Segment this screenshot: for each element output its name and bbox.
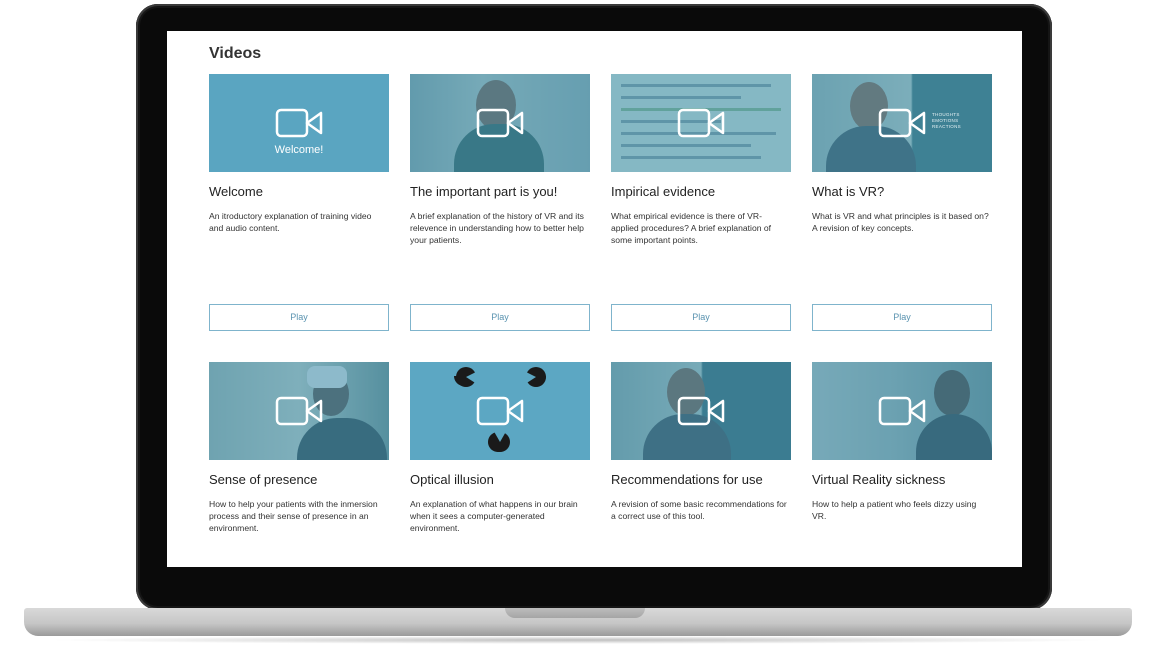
video-description: An explanation of what happens in our br… — [410, 499, 578, 533]
play-button[interactable]: Play — [209, 304, 389, 331]
laptop-notch — [505, 608, 645, 618]
video-title: Recommendations for use — [611, 472, 763, 487]
laptop-shadow — [44, 636, 1112, 644]
video-title: What is VR? — [812, 184, 885, 199]
video-card-important-part: The important part is you! A brief expla… — [410, 74, 590, 331]
page-title: Videos — [209, 45, 262, 62]
video-title: Optical illusion — [410, 472, 494, 487]
video-card-vr-sickness: Virtual Reality sickness How to help a p… — [812, 362, 992, 521]
video-thumbnail[interactable] — [611, 362, 791, 460]
video-thumbnail[interactable] — [611, 74, 791, 172]
video-card-impirical-evidence: Impirical evidence What empirical eviden… — [611, 74, 791, 331]
video-camera-icon — [878, 108, 926, 138]
video-description: How to help a patient who feels dizzy us… — [812, 499, 977, 521]
video-camera-icon — [878, 396, 926, 426]
video-title: The important part is you! — [410, 184, 558, 199]
video-thumbnail[interactable] — [410, 74, 590, 172]
video-card-sense-of-presence: Sense of presence How to help your patie… — [209, 362, 389, 533]
video-card-what-is-vr: THOUGHTS EMOTIONS REACTIONS What is VR? … — [812, 74, 992, 331]
video-card-recommendations: Recommendations for use A revision of so… — [611, 362, 791, 521]
video-thumbnail[interactable] — [209, 362, 389, 460]
thumbnail-overlay-text: THOUGHTS EMOTIONS REACTIONS — [932, 112, 961, 129]
video-thumbnail[interactable] — [410, 362, 590, 460]
video-camera-icon — [476, 396, 524, 426]
video-card-welcome: Welcome! Welcome An itroductory explanat… — [209, 74, 389, 331]
laptop-mockup: Videos Welcome! Welcome An itroductory e… — [0, 0, 1154, 649]
video-description: A revision of some basic recommendations… — [611, 499, 787, 521]
video-title: Sense of presence — [209, 472, 318, 487]
video-description: What empirical evidence is there of VR-a… — [611, 211, 772, 245]
laptop-screen: Videos Welcome! Welcome An itroductory e… — [167, 31, 1022, 567]
video-description: An itroductory explanation of training v… — [209, 211, 372, 233]
video-thumbnail[interactable] — [812, 362, 992, 460]
video-title: Virtual Reality sickness — [812, 472, 946, 487]
play-button[interactable]: Play — [611, 304, 791, 331]
thumbnail-caption: Welcome! — [274, 144, 324, 156]
video-camera-icon — [275, 396, 323, 426]
video-title: Welcome — [209, 184, 263, 199]
play-button[interactable]: Play — [410, 304, 590, 331]
video-camera-icon — [476, 108, 524, 138]
play-button[interactable]: Play — [812, 304, 992, 331]
video-card-optical-illusion: Optical illusion An explanation of what … — [410, 362, 590, 533]
video-description: A brief explanation of the history of VR… — [410, 211, 584, 245]
video-thumbnail[interactable]: THOUGHTS EMOTIONS REACTIONS — [812, 74, 992, 172]
video-camera-icon — [677, 396, 725, 426]
video-camera-icon — [275, 108, 323, 138]
video-description: What is VR and what principles is it bas… — [812, 211, 989, 233]
video-thumbnail[interactable]: Welcome! — [209, 74, 389, 172]
video-description: How to help your patients with the inmer… — [209, 499, 378, 533]
video-camera-icon — [677, 108, 725, 138]
video-title: Impirical evidence — [611, 184, 716, 199]
